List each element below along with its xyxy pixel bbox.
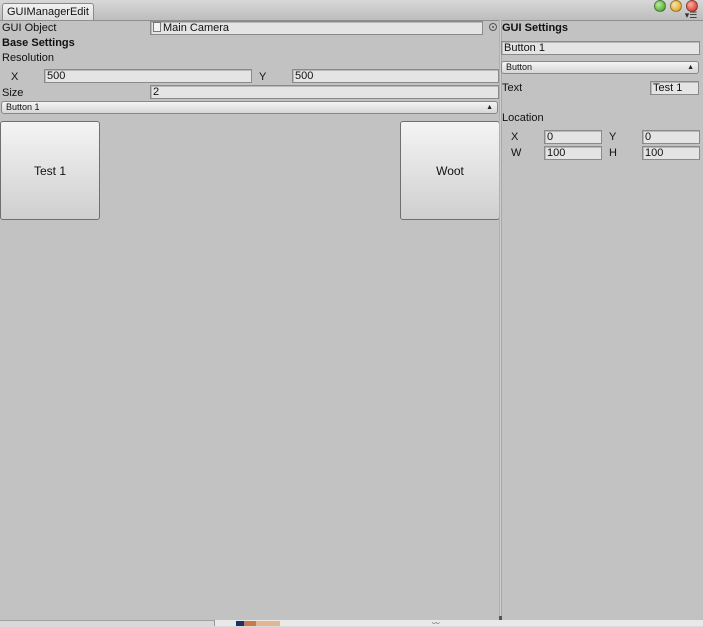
- object-picker-icon[interactable]: [489, 23, 497, 31]
- location-x-input[interactable]: 0: [544, 130, 602, 144]
- resolution-y-input[interactable]: 500: [292, 69, 499, 83]
- element-select-value: Button 1: [6, 102, 40, 112]
- resolution-label: Resolution: [2, 52, 54, 64]
- pane-splitter[interactable]: [499, 20, 502, 620]
- text-label: Text: [502, 82, 523, 94]
- gui-object-value: Main Camera: [163, 22, 230, 34]
- maximize-window-button[interactable]: [654, 0, 666, 12]
- element-type-dropdown[interactable]: Button ▲: [501, 61, 699, 74]
- element-name-input[interactable]: Button 1: [501, 41, 700, 55]
- location-h-label: H: [609, 147, 617, 159]
- text-input[interactable]: Test 1: [650, 81, 699, 95]
- chevron-updown-icon: ▲: [687, 64, 694, 71]
- location-label: Location: [502, 112, 544, 124]
- gui-object-field[interactable]: Main Camera: [150, 21, 483, 35]
- minimize-window-button[interactable]: [670, 0, 682, 12]
- chevron-updown-icon: ▲: [486, 104, 493, 111]
- preview-button-woot[interactable]: Woot: [400, 121, 500, 220]
- location-h-input[interactable]: 100: [642, 146, 700, 160]
- location-x-label: X: [511, 131, 519, 143]
- size-label: Size: [2, 87, 24, 99]
- resolution-x-label: X: [11, 71, 19, 83]
- preview-button-test-1[interactable]: Test 1: [0, 121, 100, 220]
- background-window-peek: [214, 620, 703, 626]
- location-w-label: W: [511, 147, 522, 159]
- size-input[interactable]: 2: [150, 85, 499, 99]
- location-y-input[interactable]: 0: [642, 130, 700, 144]
- panel-menu-icon[interactable]: ▾☰: [684, 11, 698, 20]
- background-glyph: ᴗᴗ: [432, 619, 440, 626]
- editor-window-titlebar: [0, 0, 703, 21]
- location-w-input[interactable]: 100: [544, 146, 602, 160]
- background-image-peek: [236, 621, 280, 626]
- resolution-x-input[interactable]: 500: [44, 69, 252, 83]
- element-select-dropdown[interactable]: Button 1 ▲: [1, 101, 498, 114]
- element-type-value: Button: [506, 62, 533, 72]
- object-icon: [153, 22, 161, 32]
- resolution-y-label: Y: [259, 71, 267, 83]
- base-settings-heading: Base Settings: [2, 37, 75, 49]
- gui-settings-heading: GUI Settings: [502, 22, 569, 34]
- gui-object-label: GUI Object: [2, 22, 57, 34]
- location-y-label: Y: [609, 131, 617, 143]
- window-tab[interactable]: GUIManagerEdit: [2, 3, 94, 20]
